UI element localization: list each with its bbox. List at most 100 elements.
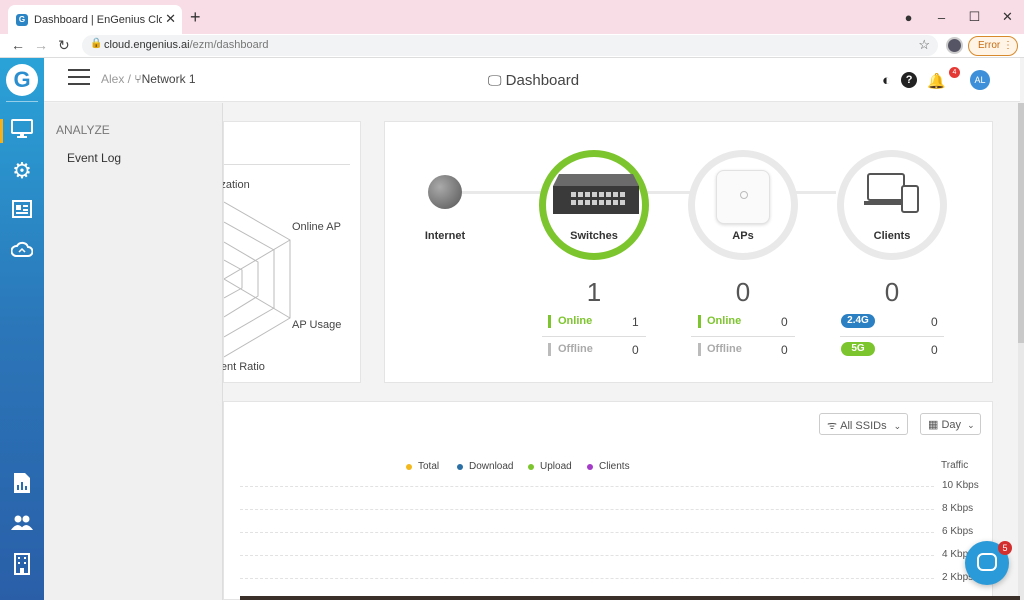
notification-badge: 4: [949, 67, 960, 78]
monitor-icon[interactable]: [10, 119, 34, 143]
radar-label-online-ap: Online AP: [292, 221, 341, 233]
breadcrumb-user[interactable]: Alex: [101, 72, 124, 86]
chat-badge: 5: [998, 541, 1012, 555]
bell-icon[interactable]: 🔔: [927, 72, 946, 90]
new-tab-icon[interactable]: +: [190, 7, 201, 28]
grid-line: [240, 486, 934, 487]
submenu-item-event-log[interactable]: Event Log: [67, 151, 121, 165]
band-2g-value: 0: [931, 315, 938, 329]
maximize-icon[interactable]: ☐: [958, 9, 991, 25]
taskbar-strip: [240, 596, 1020, 600]
clients-divider: [840, 336, 944, 337]
profile-avatar[interactable]: [946, 37, 963, 54]
hamburger-menu-icon[interactable]: [68, 69, 90, 85]
gear-icon[interactable]: ⚙: [10, 159, 34, 183]
engenius-logo[interactable]: G: [6, 64, 38, 96]
y-tick: 10 Kbps: [942, 480, 979, 491]
close-tab-icon[interactable]: ✕: [165, 11, 176, 27]
breadcrumb-network[interactable]: Network 1: [142, 72, 196, 86]
switch-device-icon: [553, 174, 639, 214]
rail-divider: [6, 101, 38, 102]
y-tick: 8 Kbps: [942, 503, 974, 514]
access-point-icon: [716, 170, 770, 224]
aps-offline-value: 0: [781, 343, 788, 357]
traffic-axis-title: Traffic: [941, 460, 969, 471]
browser-tab[interactable]: G Dashboard | EnGenius Cloud - Al ✕: [8, 5, 182, 34]
wifi-icon: ᯤ: [827, 420, 838, 432]
page-scrollbar[interactable]: [1018, 103, 1024, 600]
building-icon[interactable]: [10, 553, 34, 577]
band-2g-badge: 2.4G: [841, 314, 875, 328]
chat-icon: [977, 553, 997, 571]
url-path: /ezm/dashboard: [189, 39, 269, 51]
radar-label-ap-usage: AP Usage: [292, 319, 342, 331]
aps-divider: [691, 336, 795, 337]
switches-offline-label: Offline: [558, 343, 593, 355]
legend-label: Total: [418, 461, 440, 472]
url-host: cloud.engenius.ai: [104, 39, 190, 51]
back-icon[interactable]: ←: [11, 37, 25, 53]
report-icon[interactable]: [10, 472, 34, 496]
window-controls: ● – ☐ ✕: [892, 0, 1024, 34]
forward-icon[interactable]: →: [34, 37, 48, 53]
network-icon: ⑂: [134, 72, 142, 86]
theme-toggle-icon[interactable]: ◐: [882, 72, 891, 90]
grid-line: [240, 578, 934, 579]
browser-tab-title: Dashboard | EnGenius Cloud - Al: [34, 14, 162, 26]
radar-header-divider: [224, 164, 350, 165]
close-window-icon[interactable]: ✕: [991, 9, 1024, 25]
submenu-panel: [44, 103, 223, 600]
bookmark-star-icon[interactable]: ☆: [918, 37, 930, 53]
cloud-sync-icon[interactable]: [10, 241, 34, 265]
avatar[interactable]: AL: [970, 70, 990, 90]
reload-icon[interactable]: ↻: [58, 37, 70, 54]
period-select[interactable]: ▦ Day ⌄: [920, 413, 981, 435]
chevron-down-icon: ⌄: [967, 420, 975, 430]
page-title: 🖵 Dashboard: [488, 72, 579, 89]
aps-offline-label: Offline: [707, 343, 742, 355]
legend-dot-total: [406, 463, 412, 470]
online-indicator: [698, 315, 701, 328]
switches-online-value: 1: [632, 315, 639, 329]
grid-line: [240, 509, 934, 510]
radar-web: [224, 201, 291, 358]
legend-dot-download: [457, 463, 463, 470]
calendar-icon: ▦: [928, 419, 939, 431]
legend-total[interactable]: Total: [406, 461, 439, 472]
aps-online-value: 0: [781, 315, 788, 329]
ssid-select[interactable]: ᯤ All SSIDs ⌄: [819, 413, 908, 435]
period-select-value: Day: [941, 419, 962, 431]
chevron-down-icon: ⌄: [893, 421, 902, 431]
internet-label: Internet: [424, 230, 466, 242]
legend-upload[interactable]: Upload: [528, 461, 572, 472]
switches-offline-value: 0: [632, 343, 639, 357]
minimize-icon[interactable]: –: [925, 10, 958, 25]
users-icon[interactable]: [10, 513, 34, 537]
breadcrumb: Alex / ⑂Network 1: [101, 72, 196, 86]
legend-dot-upload: [528, 463, 534, 470]
aps-online-label: Online: [707, 315, 742, 327]
legend-download[interactable]: Download: [457, 461, 513, 472]
switches-count: 1: [586, 277, 602, 307]
radar-label-client-ratio: lient Ratio: [216, 361, 265, 373]
offline-indicator: [548, 343, 551, 356]
url-field[interactable]: 🔒 cloud.engenius.ai/ezm/dashboard ☆: [82, 35, 938, 56]
online-indicator: [548, 315, 551, 328]
switches-label: Switches: [570, 230, 618, 242]
switches-online-label: Online: [558, 315, 593, 327]
list-icon[interactable]: [10, 200, 34, 224]
error-button[interactable]: Error ⋮: [968, 36, 1018, 56]
y-tick: 6 Kbps: [942, 526, 974, 537]
radar-card: tilization Online AP AP Usage lient Rati…: [210, 121, 361, 383]
band-5g-value: 0: [931, 343, 938, 357]
switches-divider: [542, 336, 646, 337]
devices-icon: [864, 173, 919, 213]
legend-clients[interactable]: Clients: [587, 461, 630, 472]
error-label: Error: [978, 40, 1001, 51]
help-icon[interactable]: ?: [901, 72, 918, 88]
aps-count: 0: [735, 277, 751, 307]
submenu-section-title: ANALYZE: [56, 123, 110, 137]
legend-dot-clients: [587, 463, 593, 470]
lock-icon: 🔒: [90, 38, 103, 49]
profile-menu-icon[interactable]: ●: [892, 10, 925, 25]
